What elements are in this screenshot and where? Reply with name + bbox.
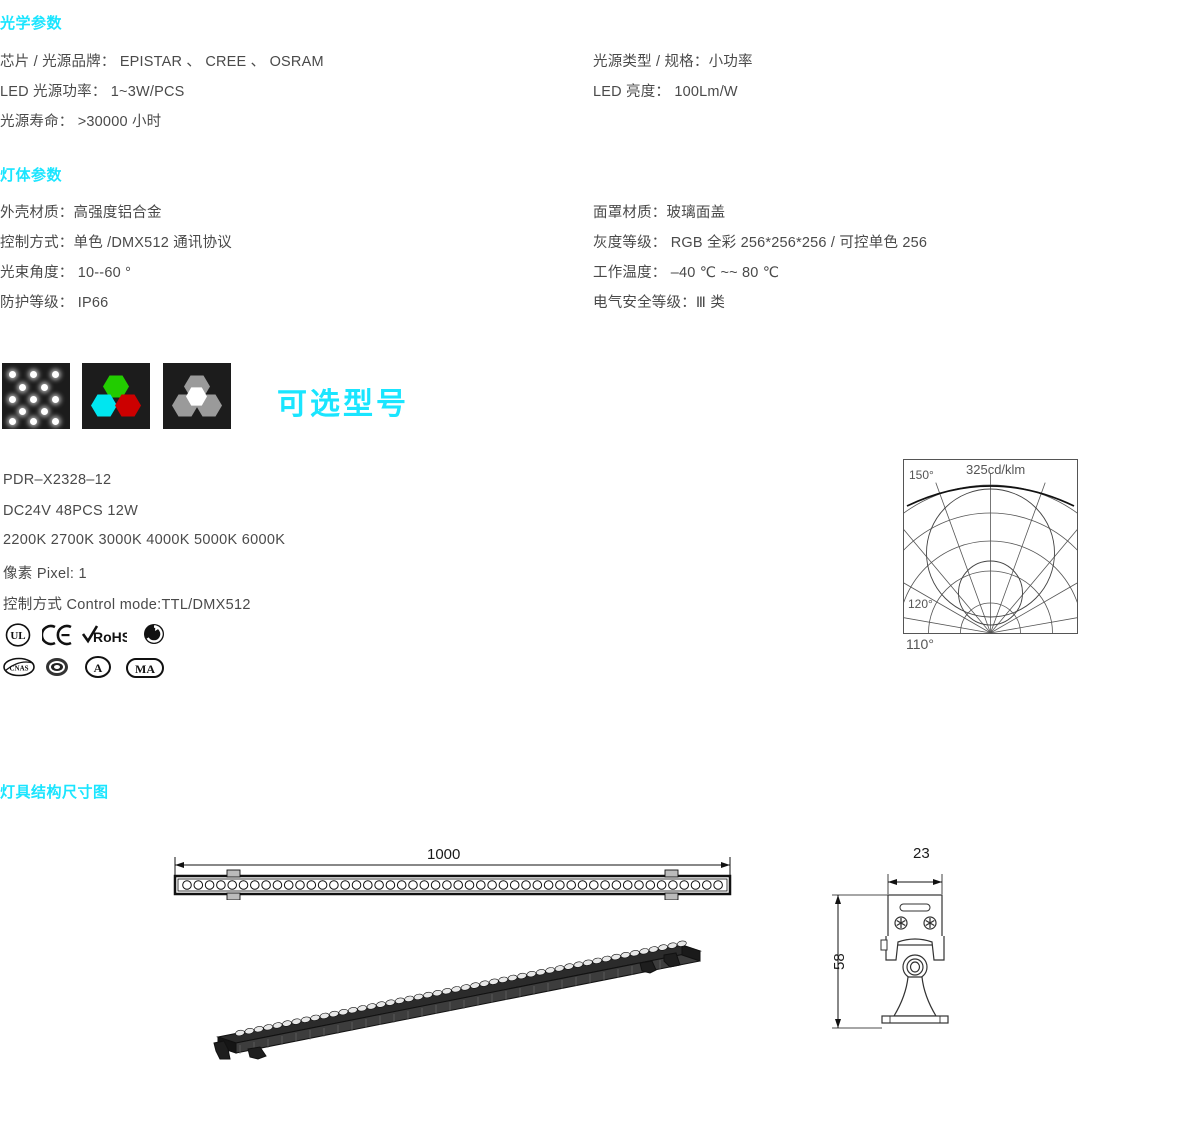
body-spec-control-mode: 控制方式：单色 /DMX512 通讯协议 — [0, 235, 232, 251]
model-pixel: 像素 Pixel: 1 — [3, 566, 87, 582]
svg-text:RoHS: RoHS — [93, 629, 127, 645]
body-spec-working-temp: 工作温度： –40 ℃ ~~ 80 ℃ — [593, 265, 780, 281]
body-spec-beam-angle: 光束角度： 10--60 ° — [0, 265, 132, 281]
svg-text:A: A — [94, 661, 103, 675]
ce-certification-icon — [40, 624, 74, 651]
rohs-certification-icon: RoHS — [81, 624, 131, 651]
model-color-temperatures: 2200K 2700K 3000K 4000K 5000K 6000K — [3, 532, 286, 548]
optional-models-heading: 可选型号 — [277, 388, 409, 421]
side-view-drawing — [820, 850, 985, 1045]
section-title-structure: 灯具结构尺寸图 — [0, 784, 109, 801]
optical-spec-lifespan: 光源寿命： >30000 小时 — [0, 114, 162, 130]
model-electrical: DC24V 48PCS 12W — [3, 503, 139, 519]
top-view-length-dimension: 1000 — [427, 846, 461, 863]
body-spec-electrical-class: 电气安全等级：Ⅲ 类 — [593, 295, 726, 311]
chart-angle-label-150: 150° — [909, 468, 934, 482]
white-hexagon-icon — [163, 363, 231, 429]
china-environment-certification-icon — [143, 623, 165, 650]
body-spec-grayscale: 灰度等级： RGB 全彩 256*256*256 / 可控单色 256 — [593, 235, 928, 251]
led-dot-array-icon — [2, 363, 70, 429]
optical-spec-source-type: 光源类型 / 规格：小功率 — [593, 54, 753, 70]
model-control-mode: 控制方式 Control mode:TTL/DMX512 — [3, 597, 251, 613]
product-spec-page: 光学参数 芯片 / 光源品牌： EPISTAR 、 CREE 、 OSRAM L… — [0, 0, 1199, 1133]
cnas-certification-icon: CNAS — [3, 657, 35, 682]
ul-certification-icon: UL — [5, 623, 31, 652]
svg-text:UL: UL — [10, 630, 25, 642]
side-view-height-dimension: 58 — [831, 953, 848, 970]
body-spec-housing-material: 外壳材质：高强度铝合金 — [0, 205, 162, 221]
ma-certification-icon: MA — [126, 658, 164, 683]
svg-text:MA: MA — [135, 662, 155, 676]
section-title-optical: 光学参数 — [0, 15, 63, 32]
optical-spec-led-power: LED 光源功率： 1~3W/PCS — [0, 84, 185, 100]
ccc-certification-icon: A — [85, 656, 111, 683]
rgb-hexagon-icon — [82, 363, 150, 429]
optical-spec-chip-brand: 芯片 / 光源品牌： EPISTAR 、 CREE 、 OSRAM — [0, 54, 324, 70]
chart-angle-label-120: 120° — [908, 597, 933, 611]
side-view-width-dimension: 23 — [913, 845, 930, 862]
section-title-lamp-body: 灯体参数 — [0, 167, 63, 184]
chart-beam-angle-label: 110° — [906, 636, 934, 652]
body-spec-lens-material: 面罩材质：玻璃面盖 — [593, 205, 726, 221]
optical-spec-brightness: LED 亮度： 100Lm/W — [593, 84, 738, 100]
cqc-seal-certification-icon — [45, 657, 69, 682]
svg-text:CNAS: CNAS — [9, 665, 28, 673]
perspective-drawing — [200, 925, 710, 1065]
model-code: PDR–X2328–12 — [3, 472, 112, 488]
body-spec-ip-rating: 防护等级： IP66 — [0, 295, 109, 311]
chart-peak-intensity-label: 325cd/klm — [966, 462, 1026, 477]
